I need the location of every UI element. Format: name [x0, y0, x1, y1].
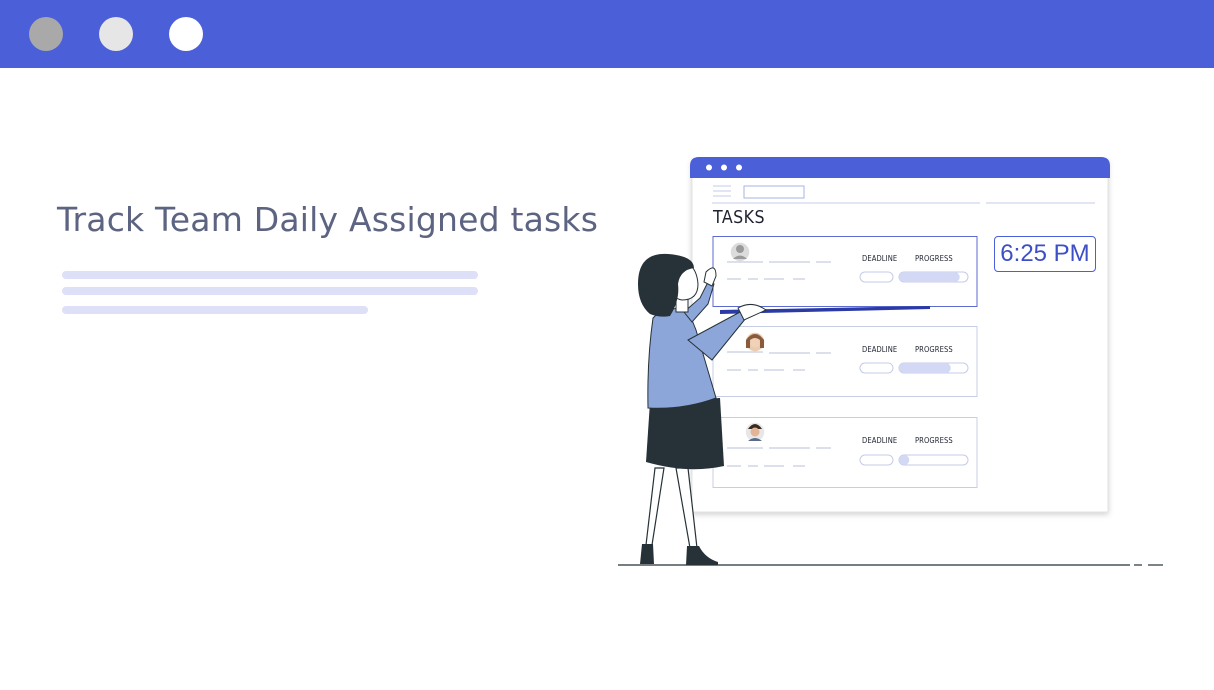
deadline-pill	[859, 454, 894, 466]
tasks-title: TASKS	[713, 207, 765, 228]
task-card-2	[712, 326, 978, 397]
progress-label: PROGRESS	[915, 436, 953, 445]
task-tracking-illustration	[618, 157, 1163, 566]
browser-title-bar	[690, 157, 1110, 178]
task-card-3	[712, 417, 978, 488]
task-card-1	[712, 236, 978, 307]
browser-dot	[736, 164, 742, 171]
progress-bar-track	[898, 454, 969, 466]
deadline-label: DEADLINE	[862, 436, 898, 445]
deadline-pill	[859, 271, 894, 283]
page-headline: Track Team Daily Assigned tasks	[57, 200, 599, 239]
window-control-dot-white[interactable]	[169, 17, 203, 51]
placeholder-text-line	[62, 287, 478, 295]
placeholder-text-line	[62, 306, 368, 314]
deadline-label: DEADLINE	[862, 345, 898, 354]
progress-bar-fill	[899, 272, 960, 282]
progress-label: PROGRESS	[915, 345, 953, 354]
deadline-pill	[859, 362, 894, 374]
window-control-dot-light[interactable]	[99, 17, 133, 51]
clock-display: 6:25 PM	[994, 236, 1096, 272]
deadline-label: DEADLINE	[862, 254, 898, 263]
progress-bar-fill	[899, 455, 910, 465]
progress-bar-fill	[899, 363, 951, 373]
browser-dot	[706, 164, 712, 171]
browser-search-box	[743, 185, 805, 199]
browser-dot	[721, 164, 727, 171]
placeholder-text-line	[62, 271, 478, 279]
progress-label: PROGRESS	[915, 254, 953, 263]
window-control-dot-gray[interactable]	[29, 17, 63, 51]
top-bar	[0, 0, 1214, 68]
